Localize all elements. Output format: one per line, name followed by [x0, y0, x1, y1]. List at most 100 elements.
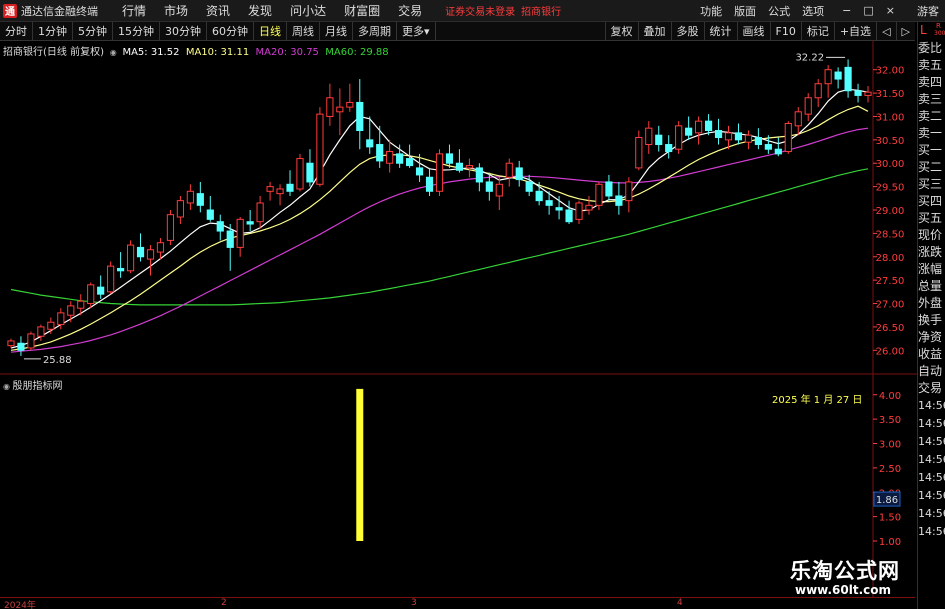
candle-body-72 — [724, 132, 733, 141]
lr-toggle[interactable]: L R 300 — [918, 22, 945, 40]
candle-body-18 — [186, 190, 194, 204]
date-tick-2: 3 — [411, 598, 417, 608]
candle-body-32 — [326, 97, 334, 117]
candle-body-40 — [406, 158, 414, 167]
toolbar-button-6[interactable]: 标记 — [800, 21, 834, 41]
right-menu-item-3[interactable]: 选项 — [796, 3, 830, 19]
trade-time-4: 14:56 — [918, 471, 945, 484]
close-icon[interactable]: × — [880, 4, 901, 17]
minimize-icon[interactable]: − — [836, 4, 857, 17]
period-tab-5[interactable]: 60分钟 — [207, 21, 254, 41]
current-stock-tag[interactable]: 招商银行 — [521, 3, 561, 18]
trade-time-2: 14:56 — [918, 435, 945, 448]
price-tick-label-7: 29.50 — [876, 183, 905, 194]
candle-body-28 — [286, 183, 294, 192]
candle-body-27 — [276, 188, 284, 195]
period-tab-1[interactable]: 1分钟 — [33, 21, 73, 41]
menu-item-2[interactable]: 资讯 — [197, 2, 239, 19]
quote-field-5: 卖一 — [918, 126, 943, 140]
guest-label[interactable]: 游客 — [911, 3, 945, 19]
price-tick-label-1: 26.50 — [876, 323, 905, 334]
period-tab-3[interactable]: 15分钟 — [113, 21, 160, 41]
candle-body-15 — [156, 242, 165, 253]
lr-300-label: 300 — [934, 30, 945, 37]
price-tick-label-3: 27.50 — [876, 276, 905, 287]
right-menu-item-1[interactable]: 版面 — [728, 3, 762, 19]
menu-item-1[interactable]: 市场 — [155, 2, 197, 19]
menu-item-6[interactable]: 交易 — [389, 2, 431, 19]
menu-item-4[interactable]: 问小达 — [281, 2, 335, 19]
candle-body-41 — [415, 167, 424, 176]
quote-field-1: 卖五 — [918, 58, 943, 72]
candle-body-63 — [635, 137, 643, 169]
date-tick-3: 4 — [677, 598, 683, 608]
maximize-icon[interactable]: □ — [857, 4, 879, 17]
candle-body-1 — [17, 342, 25, 351]
period-tab-10[interactable]: 更多▾ — [397, 21, 436, 41]
price-tick-label-11: 31.50 — [876, 89, 905, 100]
app-title: 通达信金融终端 — [21, 4, 98, 18]
candle-body-26 — [266, 186, 274, 192]
candle-body-84 — [844, 66, 852, 92]
ind-tick-label-1: 1.50 — [879, 513, 901, 524]
menu-item-0[interactable]: 行情 — [113, 2, 155, 19]
candle-body-78 — [784, 122, 792, 153]
candle-body-8 — [87, 284, 95, 305]
price-tick-label-6: 29.00 — [876, 206, 905, 217]
candle-body-73 — [734, 132, 743, 141]
toolbar-button-8[interactable]: ◁ — [876, 21, 895, 41]
quote-field-20: 交易 — [918, 381, 943, 395]
quote-field-6: 买一 — [918, 143, 943, 157]
candle-body-62 — [625, 181, 633, 202]
quote-field-7: 买二 — [918, 160, 943, 174]
app-window: 通 通达信金融终端 行情 市场 资讯 发现 问小达 财富圈 交易 证券交易未登录 招商银行 … — [0, 0, 945, 609]
candle-body-67 — [675, 125, 683, 150]
candle-body-68 — [685, 127, 693, 136]
right-menu-item-2[interactable]: 公式 — [762, 3, 796, 19]
candle-body-2 — [27, 333, 35, 349]
menu-item-3[interactable]: 发现 — [239, 2, 281, 19]
candle-body-71 — [714, 130, 723, 139]
toolbar-button-4[interactable]: 画线 — [736, 21, 770, 41]
candle-body-3 — [37, 326, 45, 337]
quote-field-15: 外盘 — [918, 296, 943, 310]
period-tab-4[interactable]: 30分钟 — [160, 21, 207, 41]
kline-chart-area[interactable]: 26.00 26.50 27.00 27.50 28.00 28.50 29.00 29.50… — [0, 41, 917, 597]
toolbar-button-2[interactable]: 多股 — [670, 21, 704, 41]
menu-item-5[interactable]: 财富圈 — [335, 2, 389, 19]
toolbar-button-1[interactable]: 叠加 — [637, 21, 671, 41]
indicator-toggle-icon[interactable]: ◉ — [3, 382, 13, 391]
candle-body-42 — [425, 176, 434, 192]
quote-field-2: 卖四 — [918, 75, 943, 89]
quote-field-8: 买三 — [918, 177, 943, 191]
candle-body-43 — [435, 153, 444, 192]
trade-login-warning[interactable]: 证券交易未登录 — [445, 3, 515, 18]
candle-body-6 — [67, 305, 75, 316]
candle-body-66 — [665, 144, 673, 153]
candle-body-58 — [585, 204, 593, 211]
toolbar-button-5[interactable]: F10 — [769, 21, 801, 41]
period-tab-8[interactable]: 月线 — [320, 21, 353, 41]
candle-body-49 — [495, 183, 503, 197]
period-tab-0[interactable]: 分时 — [0, 21, 33, 41]
period-tab-6[interactable]: 日线 — [254, 21, 287, 41]
toolbar-button-7[interactable]: +自选 — [833, 21, 876, 41]
period-tab-7[interactable]: 周线 — [287, 21, 320, 41]
candle-body-55 — [555, 207, 563, 211]
candle-body-52 — [525, 181, 533, 192]
period-tab-2[interactable]: 5分钟 — [73, 21, 113, 41]
quote-field-9: 买四 — [918, 194, 943, 208]
toolbar-button-3[interactable]: 统计 — [703, 21, 737, 41]
candle-body-79 — [794, 111, 802, 127]
toolbar-button-9[interactable]: ▷ — [895, 21, 915, 41]
ind-tick-label-5: 3.50 — [879, 415, 901, 426]
candle-body-54 — [545, 200, 553, 206]
period-tab-9[interactable]: 多周期 — [353, 21, 397, 41]
chart-toolbar: 复权 叠加 多股 统计 画线 F10 标记 +自选 ◁ ▷ — [604, 21, 915, 41]
toolbar-button-0[interactable]: 复权 — [604, 21, 638, 41]
candle-body-38 — [386, 151, 394, 164]
candle-body-70 — [704, 120, 713, 131]
candle-body-37 — [376, 144, 384, 162]
window-controls: − □ × — [836, 4, 901, 17]
right-menu-item-0[interactable]: 功能 — [694, 3, 728, 19]
